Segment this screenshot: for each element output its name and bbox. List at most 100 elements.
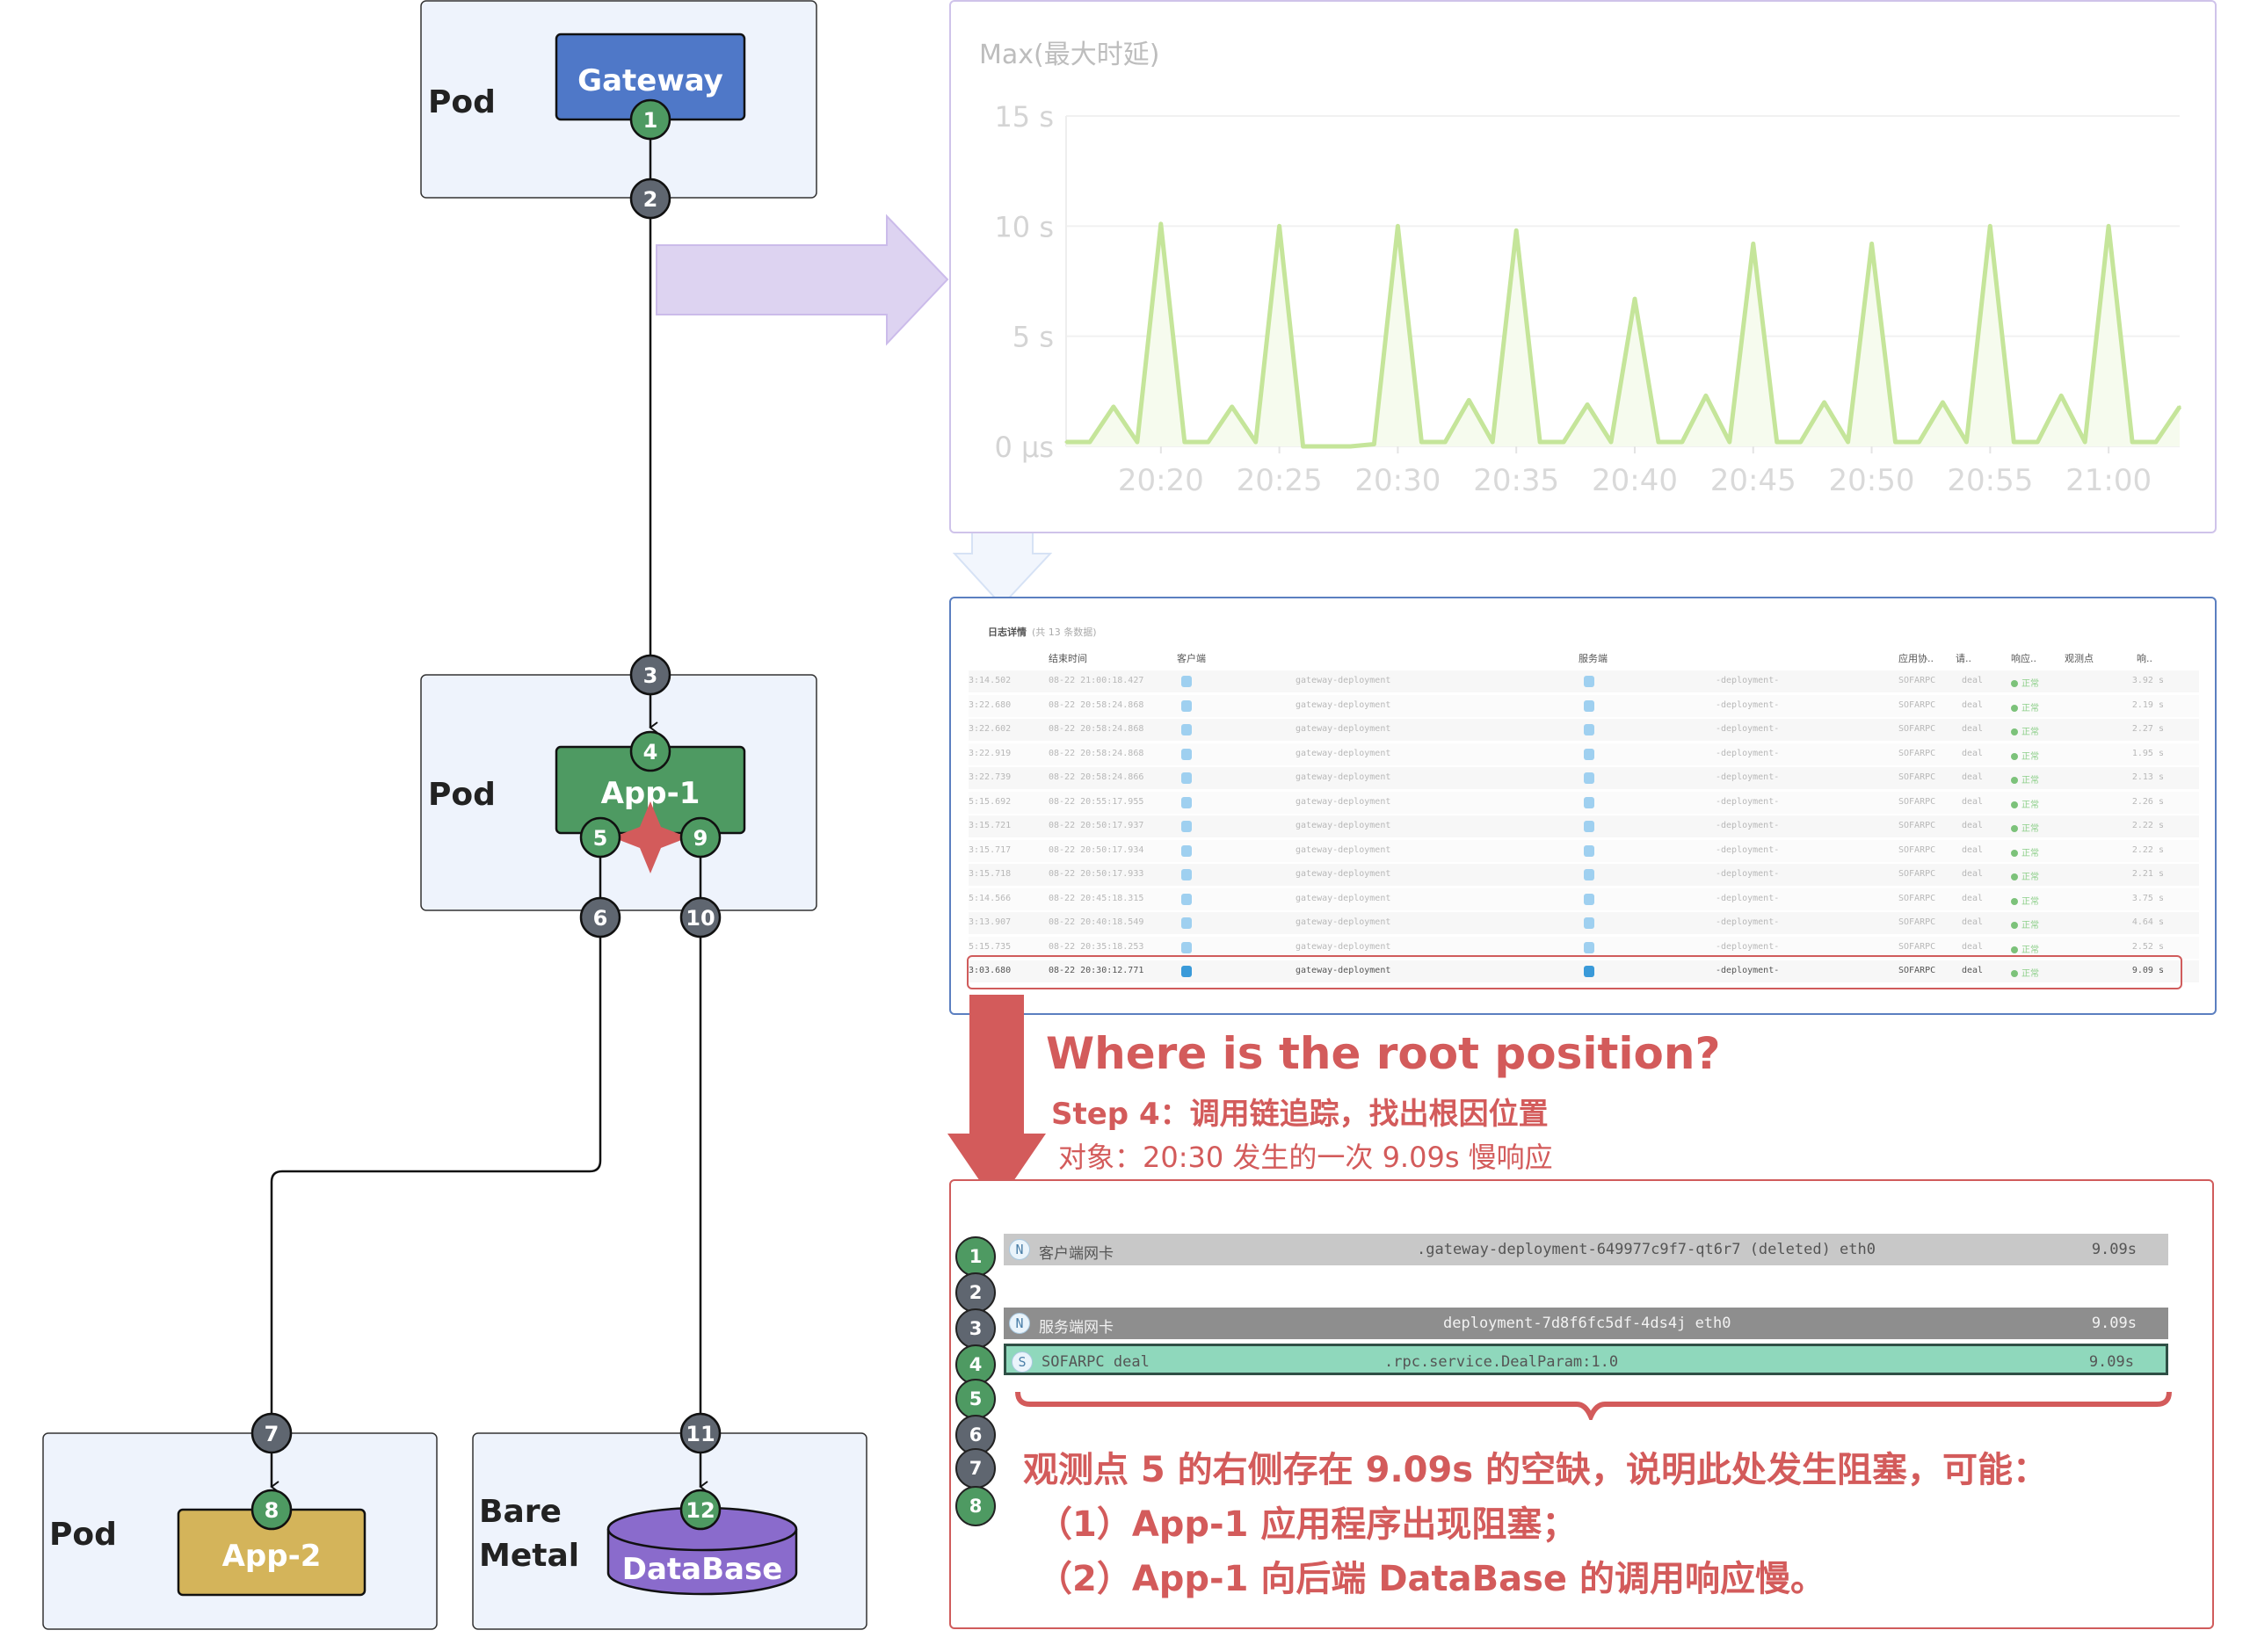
server-cell: -deployment-	[1716, 699, 1780, 710]
observation-point-label: 3	[643, 663, 658, 688]
data-point	[1230, 405, 1234, 409]
data-point	[1278, 224, 1281, 228]
duration-cell: 3.75 s	[2131, 893, 2164, 903]
column-header[interactable]: 客户端	[1177, 651, 1206, 665]
protocol-cell: SOFARPC	[1898, 724, 1936, 734]
column-header[interactable]: 响..	[2137, 651, 2152, 665]
server-cell: -deployment-	[1716, 748, 1780, 758]
server-service-icon	[1584, 941, 1594, 953]
protocol-cell: SOFARPC	[1898, 699, 1936, 710]
protocol-cell: SOFARPC	[1898, 796, 1936, 807]
span-resource: .rpc.service.DealParam:1.0	[1384, 1353, 1619, 1371]
highlighted-row-marker	[967, 955, 2182, 989]
column-header[interactable]: 结束时间	[1049, 651, 1087, 665]
observation-point-label: 11	[686, 1422, 715, 1446]
client-service-icon	[1181, 869, 1192, 880]
data-point	[1964, 440, 1968, 444]
server-service-icon	[1584, 676, 1594, 687]
protocol-cell: SOFARPC	[1898, 772, 1936, 782]
status-text: 正常	[2021, 945, 2039, 955]
connection-line	[270, 938, 602, 1413]
log-detail-table-panel: 日志详情 (共 13 条数据) 结束时间 客户端 服务端 应用协.. 请.. 响应.. 观测点…	[949, 597, 2217, 1015]
pod-label: Pod	[428, 84, 496, 120]
observation-point-label: 5	[593, 826, 608, 851]
reason-2: （2）App-1 向后端 DataBase 的调用响应慢。	[1037, 1559, 1825, 1599]
data-point	[1467, 398, 1470, 402]
trace-panel: N 客户端网卡 .gateway-deployment-649977c9f7-q…	[949, 1179, 2214, 1629]
trace-span-row[interactable]: N 客户端网卡 .gateway-deployment-649977c9f7-q…	[1004, 1234, 2168, 1265]
client-cell: gateway-deployment	[1296, 917, 1391, 927]
observation-point-7: 7	[955, 1448, 996, 1489]
client-cell: gateway-deployment	[1296, 676, 1391, 685]
observation-point-label: 9	[693, 826, 708, 851]
request-cell: deal	[1962, 941, 1984, 952]
data-point	[1870, 242, 1874, 245]
client-cell: gateway-deployment	[1296, 796, 1391, 807]
data-point	[1443, 440, 1447, 444]
server-cell: -deployment-	[1716, 821, 1780, 830]
server-service-icon	[1584, 772, 1594, 784]
status-text: 正常	[2021, 776, 2039, 786]
data-point	[1988, 224, 1992, 228]
duration-cell: 3.92 s	[2131, 676, 2164, 685]
status-ok-icon	[2011, 897, 2018, 905]
start-time-cell: 3:22.919	[969, 748, 1012, 758]
status-text: 正常	[2021, 848, 2039, 859]
observation-point-8: 8	[250, 1489, 293, 1531]
status-text: 正常	[2021, 873, 2039, 882]
status-cell: 正常	[2011, 845, 2039, 859]
request-cell: deal	[1962, 869, 1984, 879]
observation-point-12: 12	[679, 1489, 722, 1531]
data-point	[2154, 440, 2158, 444]
start-time-cell: 3:15.721	[969, 821, 1012, 830]
client-cell: gateway-deployment	[1296, 844, 1391, 855]
end-time-cell: 08-22 20:35:18.253	[1049, 941, 1144, 952]
status-ok-icon	[2011, 825, 2018, 832]
server-service-icon	[1584, 699, 1594, 712]
column-header[interactable]: 观测点	[2065, 651, 2094, 665]
span-type-badge: S	[1012, 1351, 1033, 1373]
status-text: 正常	[2021, 751, 2039, 762]
end-time-cell: 08-22 21:00:18.427	[1049, 676, 1144, 685]
column-header[interactable]: 请..	[1956, 651, 1971, 665]
data-point	[1136, 440, 1139, 444]
request-cell: deal	[1962, 796, 1984, 807]
observation-point-10: 10	[679, 896, 722, 938]
end-time-cell: 08-22 20:50:17.937	[1049, 821, 1144, 830]
column-header[interactable]: 响应..	[2011, 651, 2036, 665]
request-cell: deal	[1962, 844, 1984, 855]
trace-span-row[interactable]: N 服务端网卡 deployment-7d8f6fc5df-4ds4j eth0…	[1004, 1308, 2168, 1339]
data-point	[1562, 440, 1565, 444]
start-time-cell: 3:22.739	[969, 772, 1012, 782]
observation-point-1: 1	[955, 1236, 996, 1277]
data-point	[1207, 440, 1210, 444]
status-cell: 正常	[2011, 869, 2039, 882]
data-point	[1396, 224, 1399, 228]
status-cell: 正常	[2011, 821, 2039, 834]
x-tick-label: 20:40	[1592, 463, 1678, 498]
database-label: DataBase	[622, 1552, 783, 1587]
status-cell: 正常	[2011, 724, 2039, 737]
client-service-icon	[1181, 748, 1192, 760]
x-tick-label: 20:35	[1473, 463, 1559, 498]
column-header[interactable]: 服务端	[1579, 651, 1608, 665]
column-header[interactable]: 应用协..	[1898, 651, 1934, 665]
root-position-heading: Where is the root position?	[1046, 1028, 1721, 1079]
y-tick-label: 5 s	[1012, 321, 1054, 354]
request-cell: deal	[1962, 676, 1984, 685]
client-service-icon	[1181, 844, 1192, 857]
data-point	[1254, 440, 1258, 444]
server-cell: -deployment-	[1716, 676, 1780, 685]
server-cell: -deployment-	[1716, 724, 1780, 734]
status-cell: 正常	[2011, 797, 2039, 810]
end-time-cell: 08-22 20:58:24.868	[1049, 748, 1144, 758]
pod-label: Pod	[49, 1517, 117, 1553]
end-time-cell: 08-22 20:58:24.868	[1049, 724, 1144, 734]
protocol-cell: SOFARPC	[1898, 893, 1936, 903]
trace-span-row[interactable]: S SOFARPC deal .rpc.service.DealParam:1.…	[1004, 1344, 2168, 1375]
data-point	[2130, 440, 2134, 444]
client-cell: gateway-deployment	[1296, 869, 1391, 879]
request-cell: deal	[1962, 772, 1984, 782]
data-point	[1586, 402, 1589, 406]
data-point	[1348, 445, 1352, 448]
